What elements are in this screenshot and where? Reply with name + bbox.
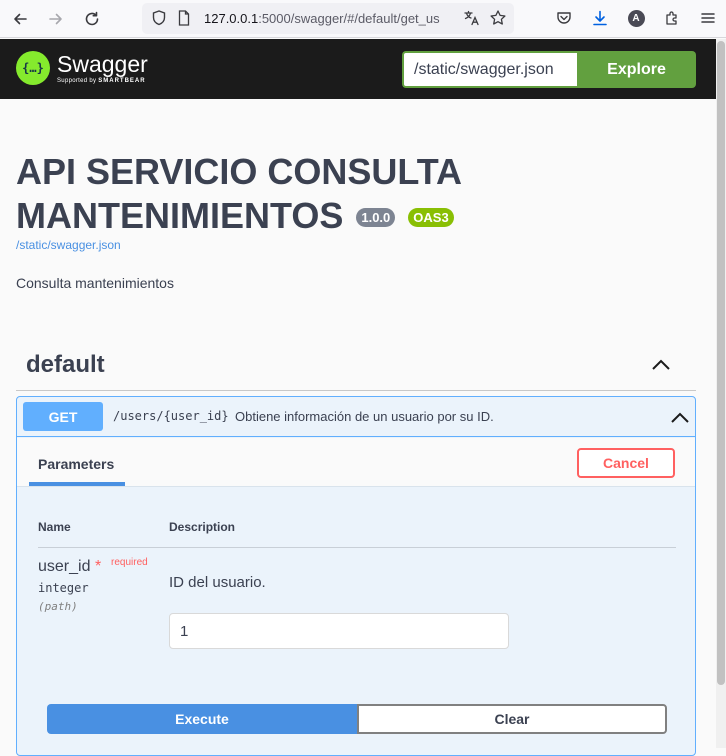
param-required-label: required <box>111 557 148 568</box>
swagger-logo-icon: {…} <box>16 51 50 85</box>
column-header-description: Description <box>169 520 236 534</box>
parameters-header: Parameters Cancel <box>17 438 695 487</box>
table-header-divider <box>38 547 676 548</box>
execute-button[interactable]: Execute <box>47 704 357 734</box>
page-scrollbar[interactable] <box>716 39 726 748</box>
url-text[interactable]: 127.0.0.1:5000/swagger/#/default/get_us <box>204 11 458 26</box>
tag-default-title[interactable]: default <box>26 351 105 379</box>
operation-summary[interactable]: GET /users/{user_id} Obtiene información… <box>17 397 695 437</box>
tag-divider <box>16 390 696 391</box>
shield-icon[interactable] <box>147 6 171 30</box>
page-icon[interactable] <box>172 6 196 30</box>
param-description: ID del usuario. <box>169 574 266 591</box>
logo-wordmark: Swagger <box>57 50 148 77</box>
param-name: user_id * <box>38 558 102 575</box>
cancel-button[interactable]: Cancel <box>577 448 675 478</box>
explore-button[interactable]: Explore <box>577 51 696 88</box>
translate-icon[interactable] <box>460 6 484 30</box>
back-icon[interactable] <box>7 6 33 32</box>
tab-parameters[interactable]: Parameters <box>29 438 125 486</box>
spec-url-input[interactable] <box>402 51 577 88</box>
swagger-topbar: {…} Swagger Supported by SMARTBEAR Explo… <box>0 39 716 99</box>
oas-badge: OAS3 <box>408 208 454 227</box>
method-badge: GET <box>23 402 103 431</box>
extensions-icon[interactable] <box>660 6 684 30</box>
spec-link[interactable]: /static/swagger.json <box>16 238 121 252</box>
page-title: API SERVICIO CONSULTA MANTENIMIENTOS 1.0… <box>16 151 461 236</box>
pocket-icon[interactable] <box>552 6 576 30</box>
menu-icon[interactable] <box>696 6 720 30</box>
param-location: (path) <box>38 600 78 613</box>
chevron-up-icon[interactable] <box>650 356 672 372</box>
clear-button[interactable]: Clear <box>357 704 667 734</box>
bookmark-star-icon[interactable] <box>486 6 510 30</box>
scrollbar-thumb[interactable] <box>717 41 725 685</box>
api-description: Consulta mantenimientos <box>16 275 174 291</box>
swagger-logo[interactable]: {…} Swagger Supported by SMARTBEAR <box>16 51 148 85</box>
column-header-name: Name <box>38 520 71 534</box>
browser-toolbar: 127.0.0.1:5000/swagger/#/default/get_us … <box>0 0 726 38</box>
param-type: integer <box>38 581 89 595</box>
chevron-up-icon[interactable] <box>669 409 691 425</box>
execute-wrapper: Execute Clear <box>47 704 667 734</box>
forward-icon[interactable] <box>43 6 69 32</box>
operation-get-user: GET /users/{user_id} Obtiene información… <box>16 396 696 756</box>
download-icon[interactable] <box>588 6 612 30</box>
reload-icon[interactable] <box>79 6 105 32</box>
user-id-input[interactable] <box>169 613 509 649</box>
version-badge: 1.0.0 <box>356 208 396 227</box>
operation-description: Obtiene información de un usuario por su… <box>235 409 494 424</box>
url-bar[interactable]: 127.0.0.1:5000/swagger/#/default/get_us <box>142 3 514 34</box>
logo-subtitle: Supported by SMARTBEAR <box>57 77 146 84</box>
account-avatar-icon[interactable]: A <box>624 6 648 30</box>
operation-path: /users/{user_id} <box>113 409 229 423</box>
